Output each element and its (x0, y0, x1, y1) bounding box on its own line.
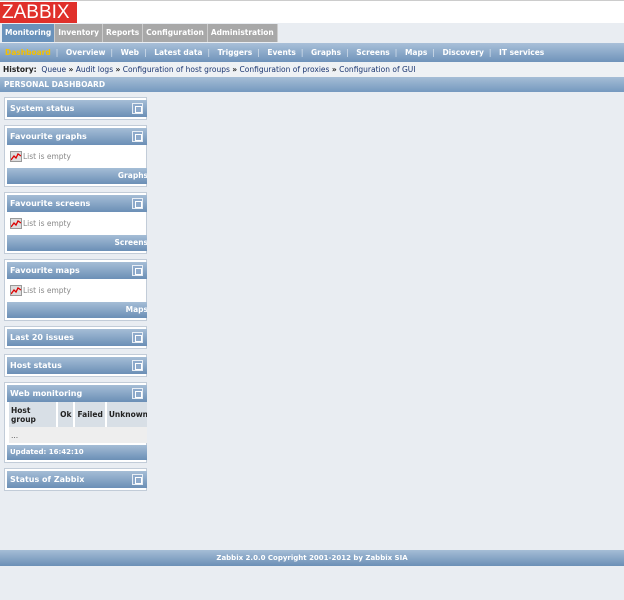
column-unknown: Unknown (106, 402, 147, 427)
header: ZABBIX (0, 0, 624, 23)
separator: | (55, 48, 59, 57)
separator: | (207, 48, 210, 57)
submenu-web[interactable]: Web (121, 48, 139, 57)
maps-link[interactable]: Maps (7, 302, 147, 318)
separator: | (300, 48, 304, 57)
widget-web-monitoring: Web monitoring Host group Ok Failed Unkn… (4, 382, 147, 463)
separator: » (232, 65, 238, 74)
separator: » (68, 65, 74, 74)
tab-reports[interactable]: Reports (103, 24, 144, 42)
history-link[interactable]: Configuration of host groups (123, 65, 230, 74)
history-bar: History: Queue » Audit logs » Configurat… (0, 62, 624, 77)
table-row: ... (9, 427, 147, 443)
widget-title: Favourite maps (10, 266, 80, 275)
submenu-triggers[interactable]: Triggers (218, 48, 253, 57)
main-tabs: Monitoring Inventory Reports Configurati… (2, 24, 278, 42)
widget-header: Web monitoring (7, 385, 147, 402)
tab-inventory[interactable]: Inventory (55, 24, 104, 42)
history-link[interactable]: Audit logs (76, 65, 113, 74)
widget-header: Last 20 issues (7, 329, 147, 346)
column-ok: Ok (58, 402, 74, 427)
widget-status-of-zabbix: Status of Zabbix (4, 468, 147, 491)
tab-configuration[interactable]: Configuration (143, 24, 208, 42)
submenu-it-services[interactable]: IT services (499, 48, 544, 57)
table-header: Host group Ok Failed Unknown (9, 402, 147, 427)
graph-icon (10, 151, 22, 162)
separator: | (257, 48, 260, 57)
widget-title: Web monitoring (10, 389, 83, 398)
tab-administration[interactable]: Administration (207, 24, 278, 42)
widget-title: Favourite screens (10, 199, 91, 208)
zabbix-logo[interactable]: ZABBIX (0, 2, 77, 23)
separator: | (110, 48, 113, 57)
widget-system-status: System status (4, 97, 147, 120)
screens-link[interactable]: Screens (7, 235, 147, 251)
submenu-screens[interactable]: Screens (356, 48, 390, 57)
page-title: PERSONAL DASHBOARD (0, 77, 624, 92)
widget-header: System status (7, 100, 147, 117)
widget-favourite-maps: Favourite maps List is empty Maps (4, 259, 147, 321)
footer: Zabbix 2.0.0 Copyright 2001-2012 by Zabb… (0, 550, 624, 566)
history-label: History: (3, 65, 37, 74)
separator: | (432, 48, 435, 57)
widget-header: Host status (7, 357, 147, 374)
widget-title: Host status (10, 361, 62, 370)
submenu-dashboard[interactable]: Dashboard (5, 48, 51, 57)
graphs-link[interactable]: Graphs (7, 168, 147, 184)
widget-favourite-graphs: Favourite graphs List is empty Graphs (4, 125, 147, 187)
collapse-icon[interactable] (132, 131, 143, 142)
widget-header: Favourite screens (7, 195, 147, 212)
history-link[interactable]: Queue (41, 65, 66, 74)
widget-header: Favourite graphs (7, 128, 147, 145)
widget-body: List is empty (7, 145, 146, 168)
widget-title: Favourite graphs (10, 132, 87, 141)
history-link[interactable]: Configuration of GUI (339, 65, 415, 74)
collapse-icon[interactable] (132, 474, 143, 485)
submenu-graphs[interactable]: Graphs (311, 48, 341, 57)
widget-host-status: Host status (4, 354, 147, 377)
updated-time: Updated: 16:42:10 (7, 445, 147, 460)
separator: | (488, 48, 492, 57)
dashboard-widgets: System status Favourite graphs List is e… (4, 97, 147, 496)
separator: | (144, 48, 147, 57)
widget-header: Status of Zabbix (7, 471, 147, 488)
collapse-icon[interactable] (132, 360, 143, 371)
collapse-icon[interactable] (132, 265, 143, 276)
tab-monitoring[interactable]: Monitoring (2, 24, 56, 42)
graph-icon (10, 218, 22, 229)
empty-text: List is empty (23, 219, 71, 228)
widget-title: Status of Zabbix (10, 475, 85, 484)
collapse-icon[interactable] (132, 332, 143, 343)
graph-icon (10, 285, 22, 296)
widget-body: List is empty (7, 279, 146, 302)
empty-text: List is empty (23, 152, 71, 161)
column-failed: Failed (75, 402, 105, 427)
submenu-maps[interactable]: Maps (405, 48, 427, 57)
collapse-icon[interactable] (132, 198, 143, 209)
separator: » (115, 65, 121, 74)
separator: | (394, 48, 398, 57)
collapse-icon[interactable] (132, 103, 143, 114)
sub-menu: Dashboard | Overview | Web | Latest data | T… (0, 43, 624, 62)
submenu-overview[interactable]: Overview (66, 48, 106, 57)
separator: » (331, 65, 337, 74)
submenu-latest-data[interactable]: Latest data (154, 48, 202, 57)
widget-title: Last 20 issues (10, 333, 74, 342)
widget-header: Favourite maps (7, 262, 147, 279)
submenu-events[interactable]: Events (267, 48, 296, 57)
separator: | (346, 48, 349, 57)
collapse-icon[interactable] (132, 388, 143, 399)
widget-last-20-issues: Last 20 issues (4, 326, 147, 349)
web-monitoring-table: Host group Ok Failed Unknown ... (7, 402, 147, 443)
widget-body: List is empty (7, 212, 146, 235)
column-host-group: Host group (9, 402, 57, 427)
history-link[interactable]: Configuration of proxies (240, 65, 330, 74)
table-cell: ... (9, 427, 147, 443)
widget-favourite-screens: Favourite screens List is empty Screens (4, 192, 147, 254)
widget-title: System status (10, 104, 75, 113)
submenu-discovery[interactable]: Discovery (442, 48, 483, 57)
empty-text: List is empty (23, 286, 71, 295)
